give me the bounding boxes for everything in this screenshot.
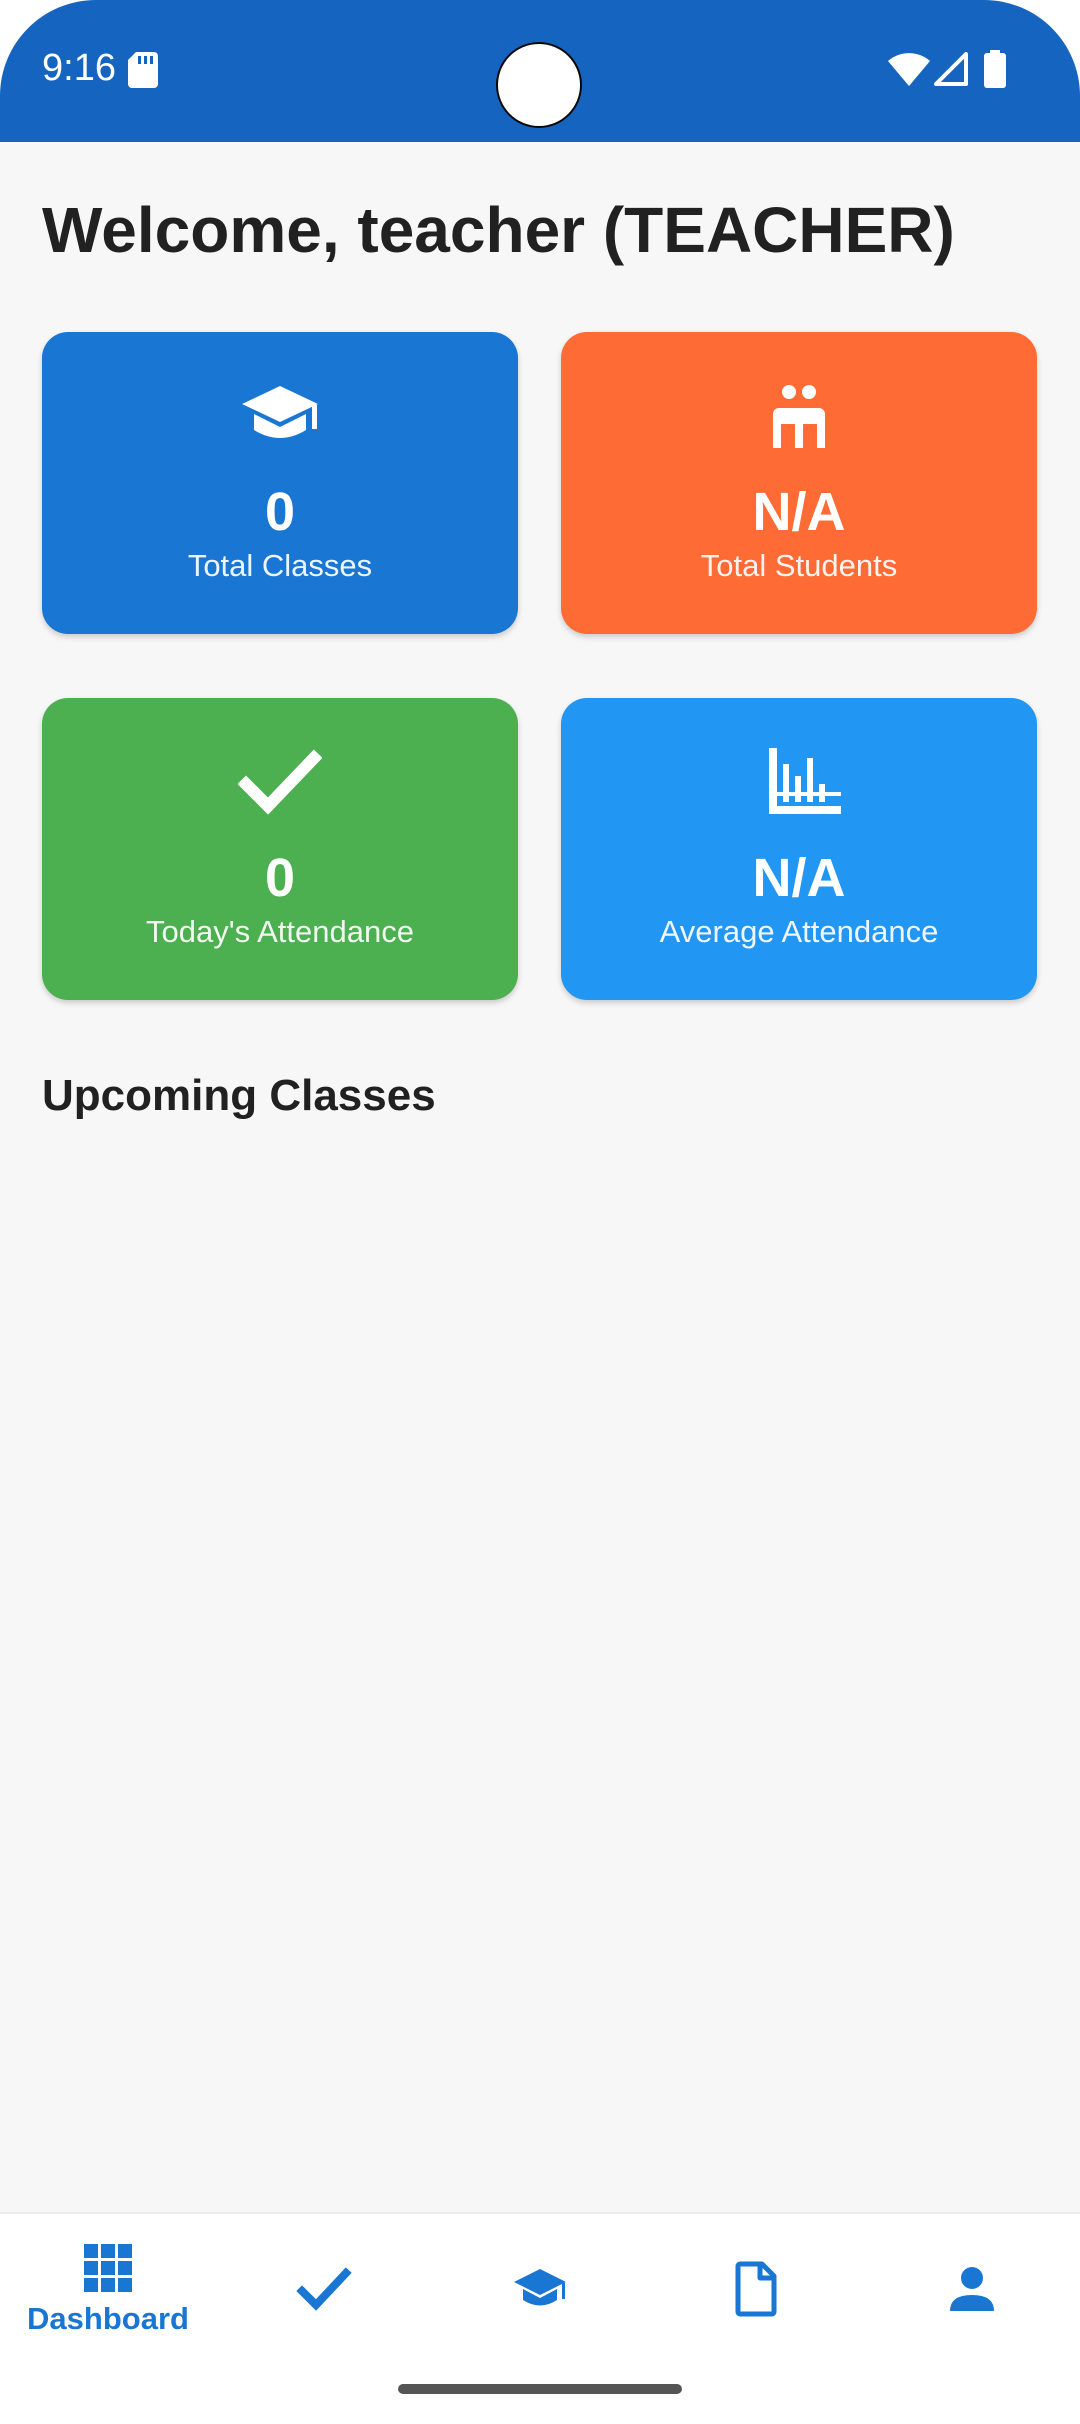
stat-card-total-students[interactable]: N/A Total Students — [561, 332, 1037, 634]
stat-label: Total Classes — [187, 548, 373, 583]
sd-card-icon — [128, 52, 158, 88]
stat-label: Total Students — [700, 548, 898, 583]
stat-card-average-attendance[interactable]: N/A Average Attendance — [561, 698, 1037, 1000]
checkmark-icon — [238, 749, 322, 815]
checkmark-icon — [296, 2267, 352, 2311]
signal-icon — [934, 52, 968, 86]
stat-value: N/A — [752, 848, 846, 908]
students-icon — [773, 385, 825, 448]
stat-value: 0 — [264, 482, 296, 542]
person-icon — [950, 2267, 994, 2311]
nav-item-dashboard[interactable]: Dashboard — [0, 2214, 216, 2364]
stat-label: Average Attendance — [659, 914, 939, 949]
stat-label: Today's Attendance — [146, 914, 414, 949]
camera-cutout — [498, 44, 580, 126]
page-title: Welcome, teacher (TEACHER) — [42, 194, 955, 266]
nav-item-classes[interactable] — [432, 2214, 648, 2364]
nav-item-attendance[interactable] — [216, 2214, 432, 2364]
status-bar: 9:16 — [0, 0, 1080, 142]
stat-value: 0 — [264, 848, 296, 908]
stat-card-todays-attendance[interactable]: 0 Today's Attendance — [42, 698, 518, 1000]
home-indicator[interactable] — [398, 2384, 682, 2394]
app-screen: 9:16 Welcome, teacher (TEACHER) 0 Total … — [0, 0, 1080, 2424]
battery-icon — [984, 50, 1006, 88]
upcoming-classes-title: Upcoming Classes — [42, 1071, 436, 1120]
dashboard-grid-icon — [84, 2244, 132, 2292]
nav-item-profile[interactable] — [864, 2214, 1080, 2364]
stat-card-total-classes[interactable]: 0 Total Classes — [42, 332, 518, 634]
document-icon — [735, 2261, 777, 2317]
wifi-icon — [888, 53, 930, 86]
bar-chart-icon — [769, 748, 841, 814]
nav-item-reports[interactable] — [648, 2214, 864, 2364]
stat-value: N/A — [752, 482, 846, 542]
graduation-cap-icon — [242, 386, 318, 438]
nav-label-dashboard: Dashboard — [27, 2301, 189, 2336]
status-time: 9:16 — [42, 47, 116, 89]
graduation-cap-icon — [514, 2269, 566, 2306]
